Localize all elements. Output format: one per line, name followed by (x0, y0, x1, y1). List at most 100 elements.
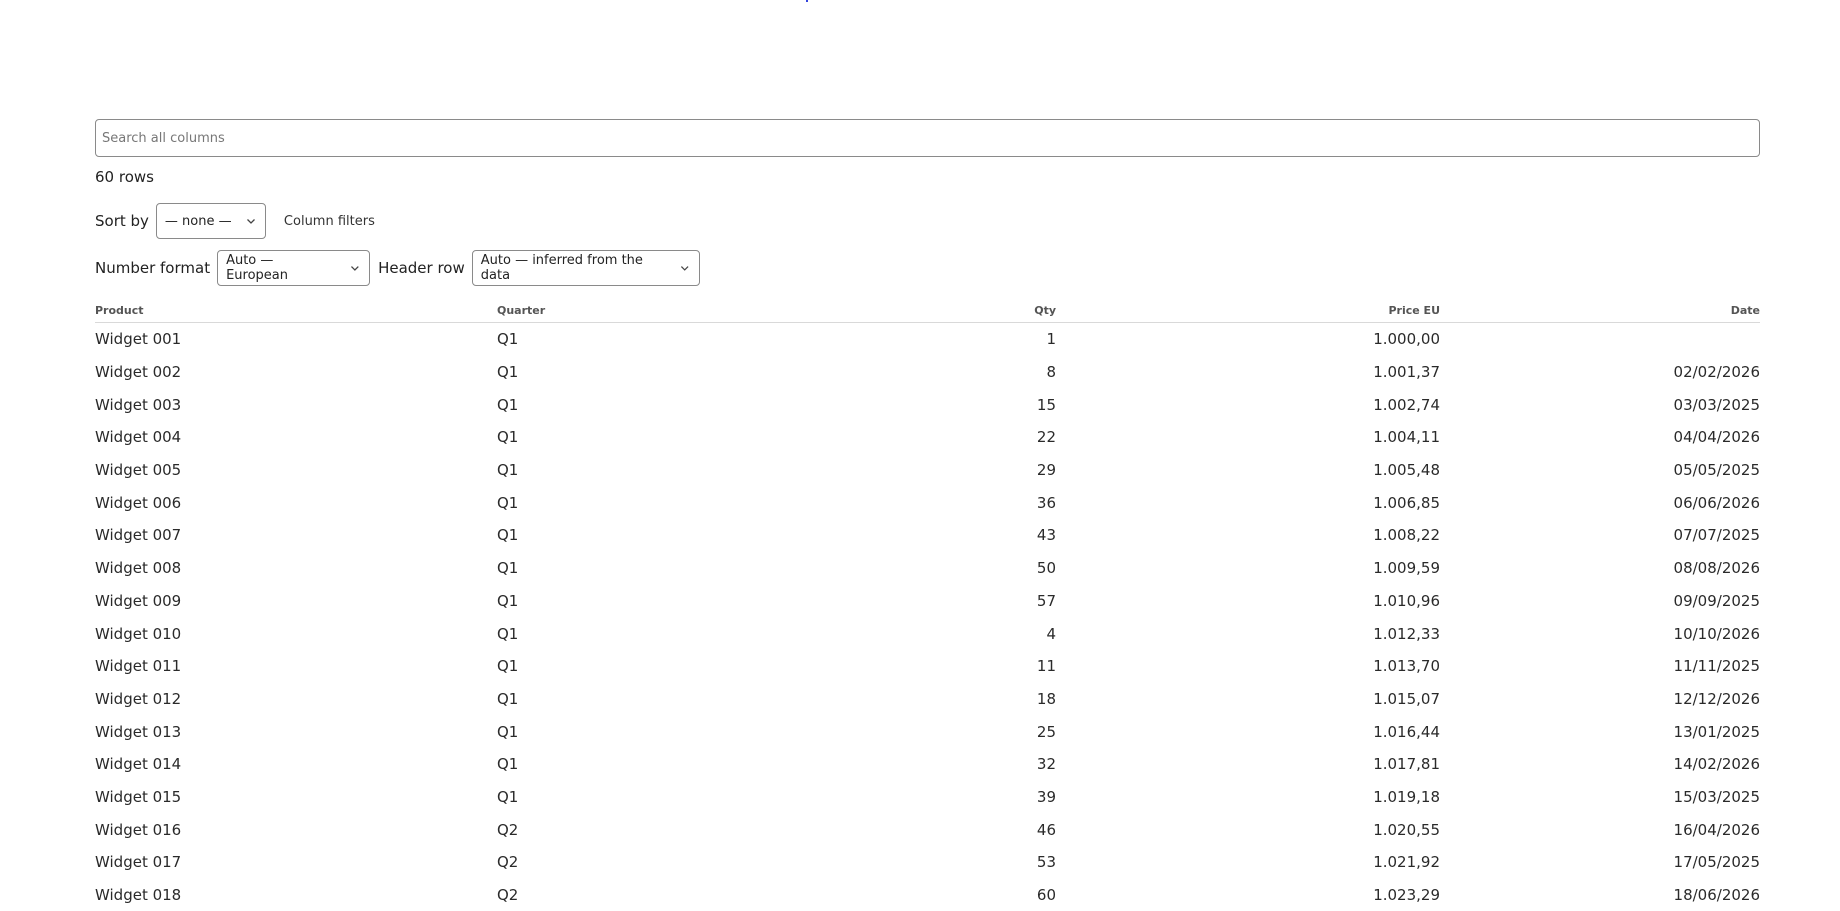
cell-date: 04/04/2026 (1440, 421, 1760, 454)
cell-date: 07/07/2025 (1440, 519, 1760, 552)
column-header-quarter[interactable]: Quarter (497, 299, 797, 323)
cell-product: Widget 004 (95, 421, 497, 454)
sort-by-select[interactable]: — none — (156, 203, 266, 239)
cell-product: Widget 012 (95, 683, 497, 716)
column-header-price-eu[interactable]: Price EU (1056, 299, 1440, 323)
sort-controls: Sort by — none — Column filters (95, 203, 1760, 239)
cell-quarter: Q1 (497, 388, 797, 421)
table-row: Widget 008Q1501.009,5908/08/2026 (95, 552, 1760, 585)
cell-date: 17/05/2025 (1440, 846, 1760, 879)
cell-date: 11/11/2025 (1440, 650, 1760, 683)
cell-qty: 8 (797, 356, 1056, 389)
cell-qty: 15 (797, 388, 1056, 421)
cell-quarter: Q1 (497, 454, 797, 487)
cell-price-eu: 1.013,70 (1056, 650, 1440, 683)
cell-product: Widget 006 (95, 486, 497, 519)
cell-date: 06/06/2026 (1440, 486, 1760, 519)
cell-product: Widget 013 (95, 715, 497, 748)
cell-qty: 39 (797, 781, 1056, 814)
search-input[interactable] (95, 119, 1760, 157)
cell-quarter: Q1 (497, 323, 797, 356)
cell-quarter: Q1 (497, 585, 797, 618)
cell-qty: 22 (797, 421, 1056, 454)
column-header-product[interactable]: Product (95, 299, 497, 323)
cell-product: Widget 011 (95, 650, 497, 683)
cell-price-eu: 1.009,59 (1056, 552, 1440, 585)
number-format-label: Number format (95, 259, 210, 277)
cell-date: 08/08/2026 (1440, 552, 1760, 585)
cell-quarter: Q1 (497, 486, 797, 519)
cell-quarter: Q1 (497, 552, 797, 585)
cell-qty: 53 (797, 846, 1056, 879)
cell-product: Widget 003 (95, 388, 497, 421)
cell-date: 12/12/2026 (1440, 683, 1760, 716)
cell-product: Widget 015 (95, 781, 497, 814)
table-row: Widget 009Q1571.010,9609/09/2025 (95, 585, 1760, 618)
number-format-select[interactable]: Auto — European (217, 250, 370, 286)
cell-qty: 46 (797, 813, 1056, 846)
cell-quarter: Q1 (497, 715, 797, 748)
cell-quarter: Q1 (497, 519, 797, 552)
header-row-label: Header row (378, 259, 465, 277)
cell-product: Widget 014 (95, 748, 497, 781)
cell-product: Widget 005 (95, 454, 497, 487)
cell-price-eu: 1.006,85 (1056, 486, 1440, 519)
table-row: Widget 003Q1151.002,7403/03/2025 (95, 388, 1760, 421)
cell-product: Widget 017 (95, 846, 497, 879)
table-body: Widget 001Q111.000,00Widget 002Q181.001,… (95, 323, 1760, 911)
column-filters-button[interactable]: Column filters (284, 214, 375, 229)
table-row: Widget 016Q2461.020,5516/04/2026 (95, 813, 1760, 846)
cell-price-eu: 1.001,37 (1056, 356, 1440, 389)
header-row-select[interactable]: Auto — inferred from the data (472, 250, 700, 286)
table-row: Widget 017Q2531.021,9217/05/2025 (95, 846, 1760, 879)
table-row: Widget 006Q1361.006,8506/06/2026 (95, 486, 1760, 519)
data-table-panel: 60 rows Sort by — none — Column filters … (95, 119, 1760, 911)
table-row: Widget 015Q1391.019,1815/03/2025 (95, 781, 1760, 814)
cell-product: Widget 009 (95, 585, 497, 618)
cell-price-eu: 1.023,29 (1056, 879, 1440, 911)
cell-qty: 36 (797, 486, 1056, 519)
table-row: Widget 018Q2601.023,2918/06/2026 (95, 879, 1760, 911)
cell-product: Widget 016 (95, 813, 497, 846)
cell-qty: 4 (797, 617, 1056, 650)
sort-by-label: Sort by (95, 212, 149, 230)
table-row: Widget 010Q141.012,3310/10/2026 (95, 617, 1760, 650)
cell-quarter: Q1 (497, 683, 797, 716)
cell-quarter: Q1 (497, 617, 797, 650)
cell-qty: 57 (797, 585, 1056, 618)
table-header-row: Product Quarter Qty Price EU Date (95, 299, 1760, 323)
table-row: Widget 005Q1291.005,4805/05/2025 (95, 454, 1760, 487)
header-row-value: Auto — inferred from the data (481, 253, 668, 283)
cell-quarter: Q2 (497, 813, 797, 846)
cell-price-eu: 1.008,22 (1056, 519, 1440, 552)
cell-qty: 1 (797, 323, 1056, 356)
chevron-down-icon (679, 262, 690, 274)
chevron-down-icon (245, 215, 257, 227)
cell-date: 14/02/2026 (1440, 748, 1760, 781)
cell-date: 16/04/2026 (1440, 813, 1760, 846)
cell-price-eu: 1.000,00 (1056, 323, 1440, 356)
table-row: Widget 004Q1221.004,1104/04/2026 (95, 421, 1760, 454)
cell-product: Widget 018 (95, 879, 497, 911)
cell-qty: 43 (797, 519, 1056, 552)
cell-price-eu: 1.005,48 (1056, 454, 1440, 487)
cell-qty: 50 (797, 552, 1056, 585)
cell-price-eu: 1.004,11 (1056, 421, 1440, 454)
cell-price-eu: 1.017,81 (1056, 748, 1440, 781)
table-row: Widget 012Q1181.015,0712/12/2026 (95, 683, 1760, 716)
cell-product: Widget 002 (95, 356, 497, 389)
row-count: 60 rows (95, 167, 1760, 187)
cell-quarter: Q1 (497, 748, 797, 781)
cell-date: 03/03/2025 (1440, 388, 1760, 421)
cell-date: 02/02/2026 (1440, 356, 1760, 389)
cell-product: Widget 007 (95, 519, 497, 552)
chevron-down-icon (349, 262, 361, 274)
cell-quarter: Q2 (497, 879, 797, 911)
cell-qty: 60 (797, 879, 1056, 911)
cell-qty: 25 (797, 715, 1056, 748)
table-row: Widget 007Q1431.008,2207/07/2025 (95, 519, 1760, 552)
column-header-qty[interactable]: Qty (797, 299, 1056, 323)
number-format-value: Auto — European (226, 253, 337, 283)
cell-quarter: Q2 (497, 846, 797, 879)
column-header-date[interactable]: Date (1440, 299, 1760, 323)
